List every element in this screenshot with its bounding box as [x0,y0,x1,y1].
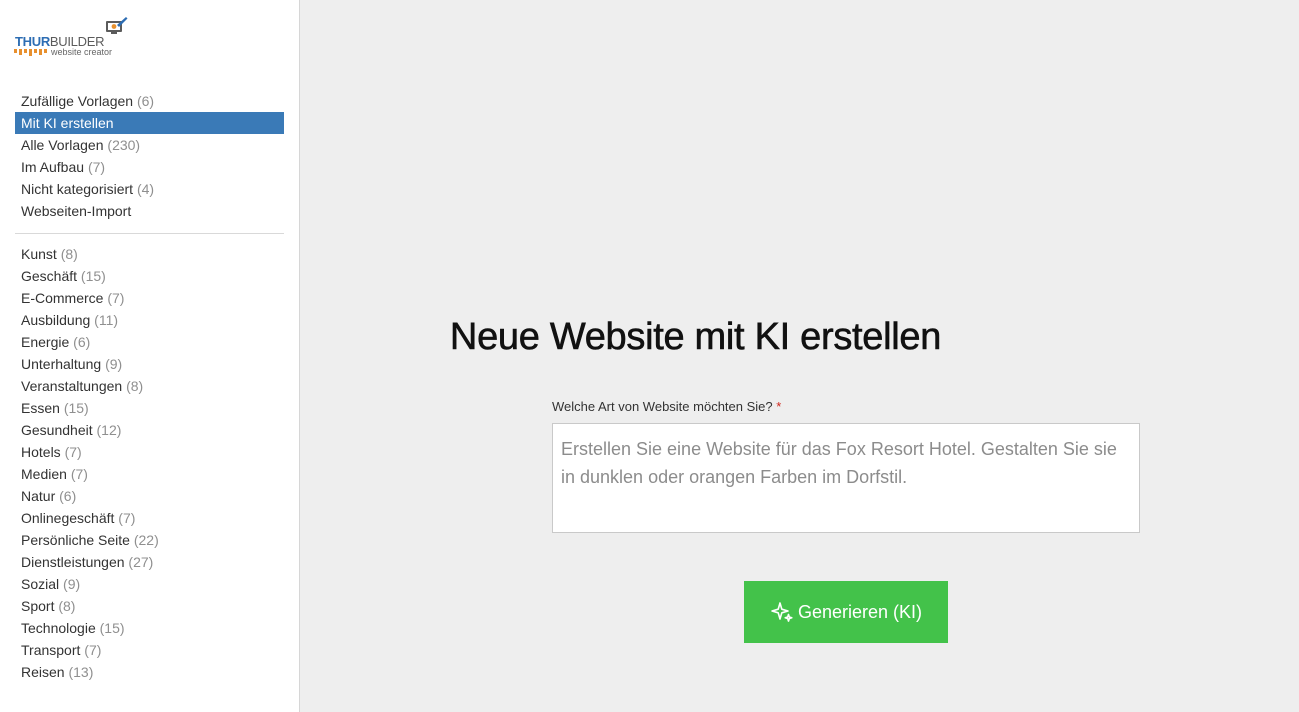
sidebar-item-zufaellige-vorlagen[interactable]: Zufällige Vorlagen (6) [15,90,284,112]
page-title: Neue Website mit KI erstellen [449,316,942,359]
sidebar-item-label: Webseiten-Import [21,203,132,219]
sidebar-item-label: Essen [21,400,60,416]
sidebar-item-reisen[interactable]: Reisen (13) [15,661,284,683]
sidebar-item-label: Sport [21,598,55,614]
sidebar-item-label: Nicht kategorisiert [21,181,134,197]
sidebar-item-count: (9) [63,576,81,592]
sidebar-item-geschaeft[interactable]: Geschäft (15) [15,265,284,287]
sidebar-item-label: Im Aufbau [21,159,85,175]
sidebar-item-sport[interactable]: Sport (8) [15,595,284,617]
sidebar-item-count: (7) [84,642,102,658]
sidebar-item-label: Dienstleistungen [21,554,125,570]
sidebar-item-mit-ki-erstellen[interactable]: Mit KI erstellen [15,112,284,134]
sidebar-item-hotels[interactable]: Hotels (7) [15,441,284,463]
sidebar-item-label: Gesundheit [21,422,93,438]
sidebar-item-label: Medien [21,466,67,482]
sidebar-item-count: (7) [107,290,125,306]
sidebar-item-technologie[interactable]: Technologie (15) [15,617,284,639]
sidebar-item-e-commerce[interactable]: E-Commerce (7) [15,287,284,309]
sidebar-item-count: (7) [64,444,82,460]
sidebar-item-label: Hotels [21,444,61,460]
ai-create-panel: Neue Website mit KI erstellen Welche Art… [300,0,1299,712]
sidebar-item-label: Veranstaltungen [21,378,123,394]
sidebar-item-count: (4) [136,181,155,197]
sidebar-item-count: (13) [68,664,94,680]
sparkle-icon [771,602,793,622]
sidebar-item-essen[interactable]: Essen (15) [15,397,284,419]
sidebar-item-label: Natur [21,488,56,504]
sidebar-item-count: (15) [63,400,89,416]
sidebar-item-count: (7) [118,510,136,526]
sidebar-item-count: (15) [99,620,125,636]
sidebar-item-count: (230) [107,137,141,153]
sidebar-item-label: E-Commerce [21,290,104,306]
sidebar-item-persoenliche-seite[interactable]: Persönliche Seite (22) [15,529,284,551]
sidebar-item-count: (8) [126,378,144,394]
sidebar-item-count: (6) [136,93,155,109]
sidebar-item-count: (15) [80,268,106,284]
sidebar-item-onlinegeschaeft[interactable]: Onlinegeschäft (7) [15,507,284,529]
sidebar-item-count: (7) [87,159,106,175]
thurbuilder-logo[interactable]: THURBUILDER website creator [14,16,134,60]
sidebar-item-alle-vorlagen[interactable]: Alle Vorlagen (230) [15,134,284,156]
sidebar-item-natur[interactable]: Natur (6) [15,485,284,507]
sidebar-divider [15,233,284,234]
generate-ai-button[interactable]: Generieren (KI) [744,581,948,643]
website-type-label-text: Welche Art von Website möchten Sie? [552,399,773,414]
sidebar-item-count: (7) [70,466,88,482]
sidebar-item-sozial[interactable]: Sozial (9) [15,573,284,595]
sidebar-item-medien[interactable]: Medien (7) [15,463,284,485]
sidebar-item-label: Transport [21,642,81,658]
sidebar-item-label: Geschäft [21,268,78,284]
required-marker: * [776,399,782,414]
sidebar-item-count: (27) [128,554,154,570]
sidebar-item-im-aufbau[interactable]: Im Aufbau (7) [15,156,284,178]
sidebar-item-label: Zufällige Vorlagen [21,93,134,109]
sidebar-item-transport[interactable]: Transport (7) [15,639,284,661]
sidebar-item-gesundheit[interactable]: Gesundheit (12) [15,419,284,441]
website-description-input[interactable] [552,423,1140,533]
logo-stripes [14,49,47,56]
generate-ai-label: Generieren (KI) [797,601,923,622]
sidebar-item-dienstleistungen[interactable]: Dienstleistungen (27) [15,551,284,573]
sidebar-item-veranstaltungen[interactable]: Veranstaltungen (8) [15,375,284,397]
sidebar-item-label: Reisen [21,664,65,680]
website-type-label: Welche Art von Website möchten Sie? * [552,399,781,414]
sidebar-item-count: (6) [59,488,77,504]
sidebar-item-label: Alle Vorlagen [21,137,104,153]
sidebar-item-count: (12) [96,422,122,438]
template-filter-list: Zufällige Vorlagen (6) Mit KI erstellen Al… [15,90,284,222]
sidebar-item-count: (8) [58,598,76,614]
sidebar-item-label: Kunst [21,246,57,262]
sidebar-item-count: (22) [133,532,159,548]
category-list: Kunst (8) Geschäft (15) E-Commerce (7) Ausb… [15,243,284,683]
sidebar-item-nicht-kategorisiert[interactable]: Nicht kategorisiert (4) [15,178,284,200]
sidebar-item-label: Onlinegeschäft [21,510,115,526]
computer-brush-icon [106,17,128,34]
sidebar-item-label: Sozial [21,576,60,592]
sidebar-item-label: Persönliche Seite [21,532,130,548]
sidebar-item-label: Technologie [21,620,96,636]
sidebar-item-count: (8) [60,246,78,262]
logo-subtitle: website creator [51,47,113,57]
sidebar-item-label: Mit KI erstellen [21,115,114,131]
sidebar-item-kunst[interactable]: Kunst (8) [15,243,284,265]
sidebar-item-webseiten-import[interactable]: Webseiten-Import [15,200,284,222]
